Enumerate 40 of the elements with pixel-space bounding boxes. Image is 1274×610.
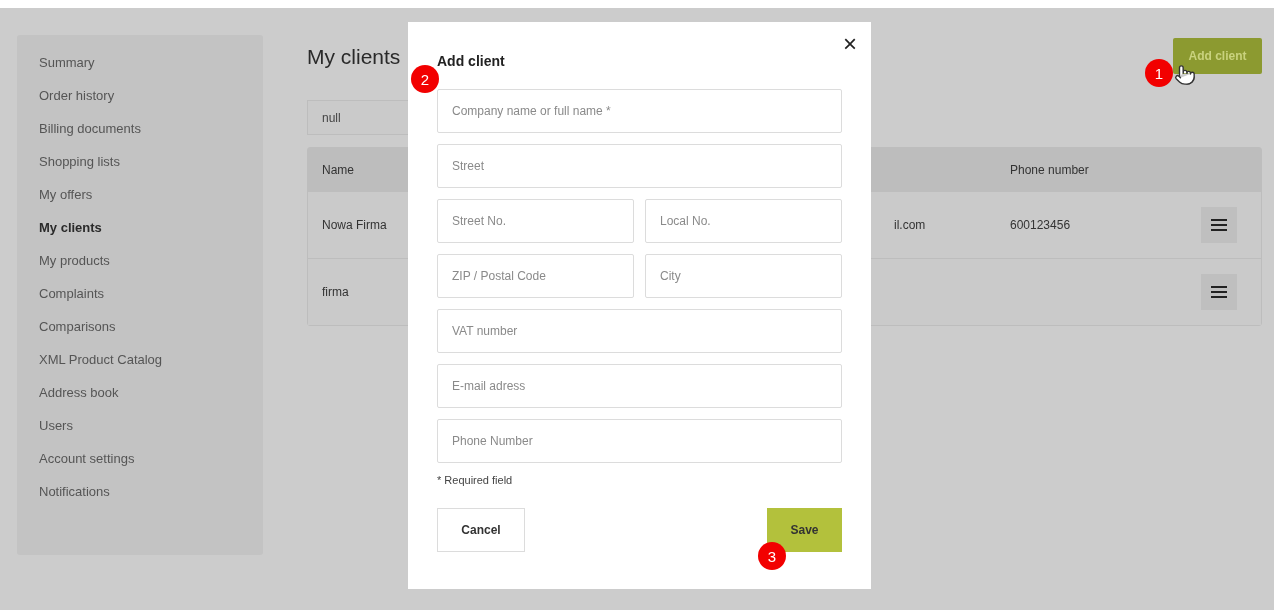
sidebar-item[interactable]: Account settings (39, 451, 263, 484)
page-title: My clients (307, 45, 401, 69)
table-cell: 600123456 (1010, 218, 1071, 232)
column-header: Phone number (1010, 162, 1089, 177)
sidebar-item[interactable]: My products (39, 253, 263, 286)
table-cell: Nowa Firma (322, 218, 387, 232)
input-field[interactable]: Street No. (437, 199, 634, 243)
input-field[interactable]: VAT number (437, 309, 842, 353)
sidebar-item[interactable]: My offers (39, 187, 263, 220)
sidebar-item[interactable]: Address book (39, 385, 263, 418)
sidebar-item[interactable]: XML Product Catalog (39, 352, 263, 385)
hand-cursor-icon (1174, 64, 1196, 86)
menu-icon (1211, 286, 1227, 298)
dialog-title: Add client (437, 53, 506, 69)
sidebar-item[interactable]: Billing documents (39, 121, 263, 154)
save-button[interactable]: Save (767, 508, 842, 552)
sidebar-item[interactable]: Users (39, 418, 263, 451)
input-field[interactable]: E-mail adress (437, 364, 842, 408)
table-cell: il.com (894, 218, 926, 232)
menu-icon (1211, 219, 1227, 231)
column-header: Name (322, 162, 354, 177)
row-menu-button[interactable] (1201, 207, 1237, 243)
input-field[interactable]: ZIP / Postal Code (437, 254, 634, 298)
close-button[interactable]: × (843, 32, 857, 56)
sidebar-item[interactable]: Order history (39, 88, 263, 121)
input-field[interactable]: Street (437, 144, 842, 188)
input-field[interactable]: Local No. (645, 199, 842, 243)
sidebar-item[interactable]: Shopping lists (39, 154, 263, 187)
sidebar-item[interactable]: Complaints (39, 286, 263, 319)
sidebar-item[interactable]: Comparisons (39, 319, 263, 352)
sidebar-item[interactable]: Notifications (39, 484, 263, 517)
input-field[interactable]: Phone Number (437, 419, 842, 463)
row-menu-button[interactable] (1201, 274, 1237, 310)
sidebar-item[interactable]: Summary (39, 55, 263, 88)
table-cell: firma (322, 285, 349, 299)
input-field[interactable]: City (645, 254, 842, 298)
cancel-button[interactable]: Cancel (437, 508, 525, 552)
sidebar-item[interactable]: My clients (39, 220, 263, 253)
required-note: * Required field (437, 474, 514, 486)
input-field[interactable]: Company name or full name * (437, 89, 842, 133)
